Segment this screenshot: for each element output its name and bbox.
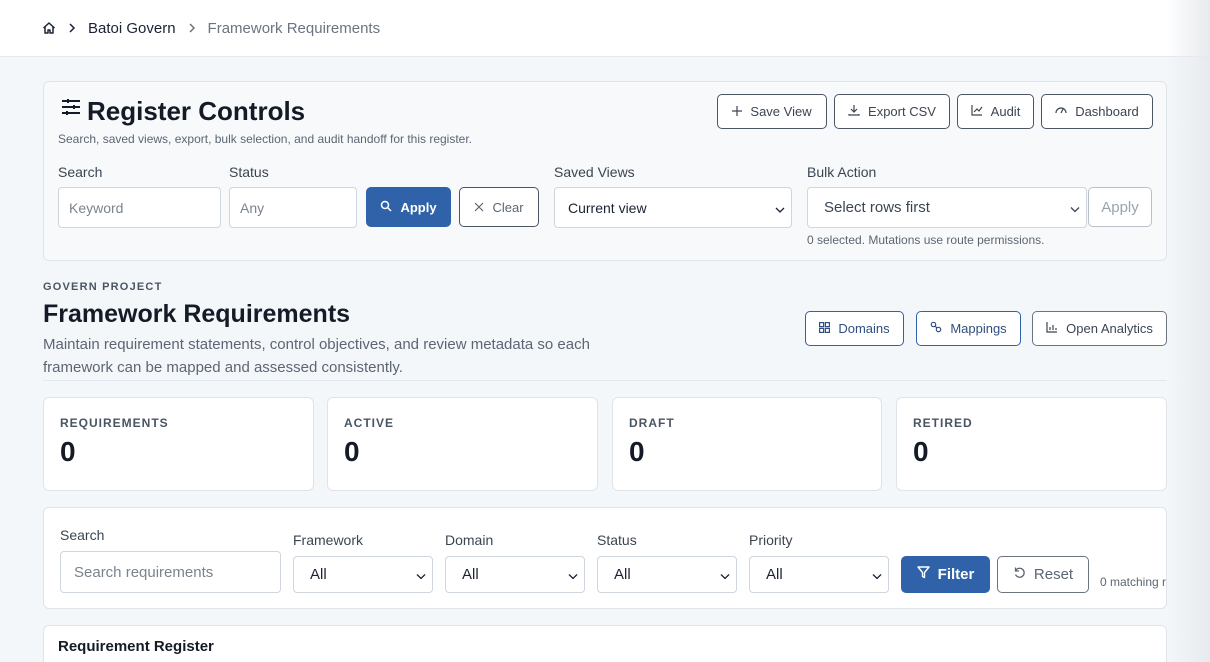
stat-label: RETIRED	[913, 416, 973, 430]
audit-label: Audit	[990, 104, 1021, 119]
stat-label: REQUIREMENTS	[60, 416, 169, 430]
framework-select[interactable]: All	[293, 556, 433, 593]
framework-value: All	[310, 566, 327, 583]
export-csv-button[interactable]: Export CSV	[834, 94, 950, 129]
domain-select[interactable]: All	[445, 556, 585, 593]
home-icon[interactable]	[42, 21, 56, 35]
chevron-down-icon	[872, 566, 882, 583]
search-label: Search	[58, 164, 103, 180]
close-icon	[474, 200, 484, 215]
register-title: Requirement Register	[58, 638, 214, 655]
stat-card-active: ACTIVE 0	[327, 397, 598, 491]
section-eyebrow: GOVERN PROJECT	[43, 281, 163, 293]
status-value: All	[614, 566, 631, 583]
saved-views-label: Saved Views	[554, 164, 635, 180]
line-chart-icon	[971, 104, 983, 119]
dashboard-label: Dashboard	[1075, 104, 1139, 119]
divider	[43, 380, 1167, 381]
controls-subtitle: Search, saved views, export, bulk select…	[58, 132, 473, 146]
breadcrumb: Batoi Govern Framework Requirements	[0, 0, 1210, 57]
stat-card-retired: RETIRED 0	[896, 397, 1167, 491]
reset-button[interactable]: Reset	[997, 556, 1089, 593]
stat-card-draft: DRAFT 0	[612, 397, 882, 491]
chevron-down-icon	[1070, 199, 1080, 216]
requirement-register-panel: Requirement Register	[43, 625, 1167, 662]
audit-button[interactable]: Audit	[957, 94, 1034, 129]
stat-card-requirements: REQUIREMENTS 0	[43, 397, 314, 491]
clear-button[interactable]: Clear	[459, 187, 539, 227]
chevron-right-icon	[68, 23, 76, 33]
saved-views-select[interactable]: Current view	[554, 187, 792, 228]
filter-panel: Search Search requirements Framework All…	[43, 507, 1167, 609]
chevron-down-icon	[416, 566, 426, 583]
gauge-icon	[1055, 104, 1067, 119]
breadcrumb-item-batoi-govern[interactable]: Batoi Govern	[88, 20, 176, 37]
filter-label: Filter	[937, 566, 975, 583]
breadcrumb-item-current: Framework Requirements	[207, 19, 381, 37]
domain-value: All	[462, 566, 479, 583]
framework-label: Framework	[293, 532, 364, 548]
bulk-action-select[interactable]: Select rows first	[807, 187, 1087, 228]
domains-button[interactable]: Domains	[805, 311, 904, 346]
chevron-right-icon	[188, 23, 196, 33]
bulk-action-value: Select rows first	[824, 199, 930, 216]
mappings-label: Mappings	[950, 321, 1007, 336]
bulk-apply-button[interactable]: Apply	[1088, 187, 1152, 227]
priority-select[interactable]: All	[749, 556, 889, 593]
domains-label: Domains	[838, 321, 890, 336]
domain-label: Domain	[445, 532, 494, 548]
page-title: Framework Requirements	[43, 300, 351, 328]
stat-value: 0	[629, 436, 645, 467]
priority-value: All	[766, 566, 783, 583]
filter-button[interactable]: Filter	[901, 556, 990, 593]
dashboard-button[interactable]: Dashboard	[1041, 94, 1153, 129]
search-icon	[380, 200, 392, 215]
apply-button[interactable]: Apply	[366, 187, 451, 227]
open-analytics-label: Open Analytics	[1066, 321, 1153, 336]
apply-label: Apply	[400, 199, 437, 215]
chevron-down-icon	[568, 566, 578, 583]
grid-icon	[819, 321, 831, 336]
funnel-icon	[916, 566, 930, 583]
stat-label: ACTIVE	[344, 416, 395, 430]
matching-count: 0 matching requirem	[1100, 575, 1167, 589]
status-label: Status	[229, 164, 269, 180]
status-select[interactable]: All	[597, 556, 737, 593]
clear-label: Clear	[492, 199, 524, 215]
stat-value: 0	[60, 436, 76, 467]
chevron-down-icon	[720, 566, 730, 583]
scroll-shade	[1166, 0, 1210, 662]
mappings-button[interactable]: Mappings	[916, 311, 1021, 346]
save-view-button[interactable]: Save View	[717, 94, 827, 129]
reset-label: Reset	[1033, 566, 1074, 583]
stat-label: DRAFT	[629, 416, 675, 430]
filter-status-label: Status	[597, 532, 637, 548]
link-icon	[930, 321, 942, 336]
bar-chart-icon	[1046, 321, 1058, 336]
bulk-selection-note: 0 selected. Mutations use route permissi…	[807, 233, 1045, 247]
register-controls-panel: Register Controls Search, saved views, e…	[43, 81, 1167, 261]
bulk-action-label: Bulk Action	[807, 164, 877, 180]
status-input[interactable]: Any	[229, 187, 357, 228]
chevron-down-icon	[775, 200, 785, 216]
plus-icon	[732, 104, 743, 119]
rotate-ccw-icon	[1013, 566, 1026, 583]
export-csv-label: Export CSV	[868, 104, 936, 119]
requirements-search-input[interactable]: Search requirements	[60, 551, 281, 593]
sliders-icon	[61, 98, 81, 121]
keyword-search-input[interactable]: Keyword	[58, 187, 221, 228]
priority-label: Priority	[749, 532, 793, 548]
download-icon	[848, 104, 860, 119]
filter-search-label: Search	[60, 527, 105, 543]
save-view-label: Save View	[750, 104, 812, 119]
saved-views-value: Current view	[568, 199, 647, 216]
open-analytics-button[interactable]: Open Analytics	[1032, 311, 1167, 346]
controls-title: Register Controls	[87, 96, 306, 126]
page-description: Maintain requirement statements, control…	[43, 336, 590, 376]
stat-value: 0	[344, 436, 360, 467]
stat-value: 0	[913, 436, 929, 467]
